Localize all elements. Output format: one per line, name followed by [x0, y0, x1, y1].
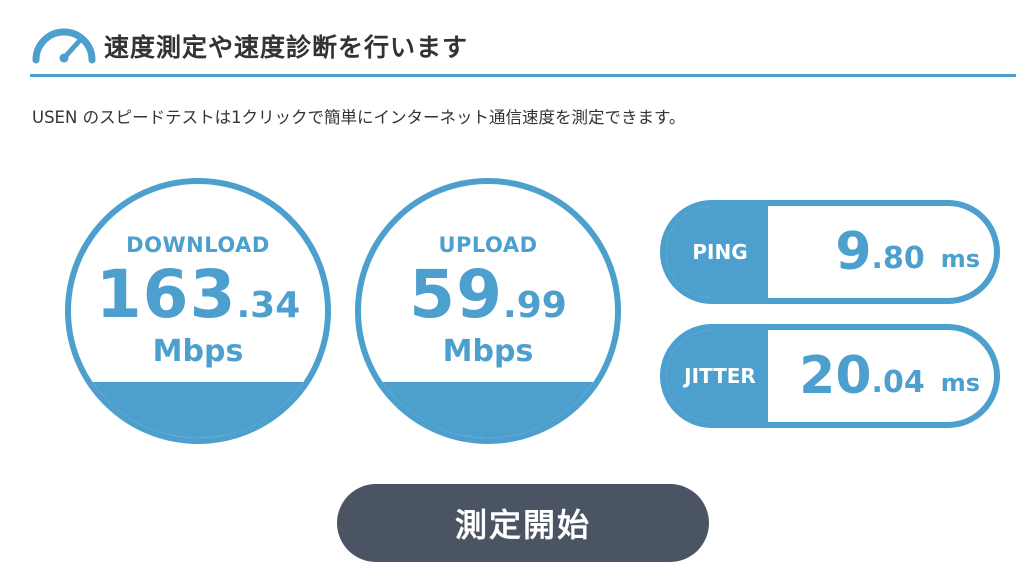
- upload-gauge-fill: [361, 382, 615, 438]
- jitter-value-integer: 20: [799, 346, 872, 406]
- jitter-unit: ms: [940, 369, 980, 397]
- start-test-button[interactable]: 測定開始: [337, 484, 709, 562]
- download-value-integer: 163: [95, 256, 237, 333]
- download-value: 163.34: [71, 256, 325, 333]
- upload-unit: Mbps: [442, 334, 534, 369]
- speedometer-icon: [32, 28, 96, 64]
- section-header: 速度測定や速度診断を行います: [30, 18, 1016, 77]
- ping-label: PING: [666, 206, 768, 298]
- download-gauge: DOWNLOAD 163.34 Mbps: [65, 178, 331, 444]
- download-gauge-fill: [71, 382, 325, 438]
- jitter-label: JITTER: [666, 330, 768, 422]
- download-label: DOWNLOAD: [126, 233, 270, 257]
- ping-value: 9.80 ms: [835, 206, 980, 298]
- upload-value-decimal: .99: [503, 285, 567, 326]
- upload-gauge: UPLOAD 59.99 Mbps: [355, 178, 621, 444]
- ping-panel: PING 9.80 ms: [660, 200, 1000, 304]
- ping-unit: ms: [940, 245, 980, 273]
- upload-value: 59.99: [361, 256, 615, 333]
- jitter-panel: JITTER 20.04 ms: [660, 324, 1000, 428]
- download-unit: Mbps: [152, 334, 244, 369]
- page-title: 速度測定や速度診断を行います: [104, 33, 469, 62]
- jitter-value: 20.04 ms: [799, 330, 980, 422]
- speed-test-page: 速度測定や速度診断を行います USEN のスピードテストは1クリックで簡単にイン…: [0, 0, 1024, 571]
- jitter-value-decimal: .04: [871, 364, 925, 400]
- ping-value-decimal: .80: [871, 240, 925, 276]
- upload-value-integer: 59: [409, 256, 504, 333]
- download-value-decimal: .34: [236, 285, 301, 326]
- upload-label: UPLOAD: [438, 233, 538, 257]
- ping-value-integer: 9: [835, 222, 872, 282]
- description-text: USEN のスピードテストは1クリックで簡単にインターネット通信速度を測定できま…: [32, 108, 686, 127]
